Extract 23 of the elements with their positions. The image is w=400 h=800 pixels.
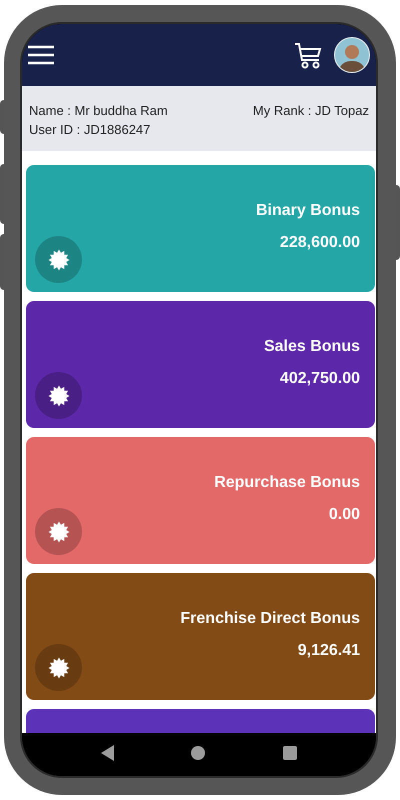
- bonus-title: Frenchise Direct Bonus: [180, 609, 360, 629]
- badge-icon: [35, 372, 82, 419]
- bonus-card[interactable]: Frenchise Direct Bonus 9,126.41: [26, 573, 375, 700]
- badge-icon: [35, 236, 82, 283]
- user-name: Name : Mr buddha Ram: [29, 102, 168, 120]
- avatar-icon[interactable]: [334, 37, 370, 73]
- badge-icon: [35, 508, 82, 555]
- cart-icon[interactable]: [294, 42, 322, 68]
- bonus-amount: 9,126.41: [298, 641, 360, 661]
- bonus-card[interactable]: Sales Bonus 402,750.00: [26, 301, 375, 428]
- user-id: User ID : JD1886247: [29, 121, 152, 139]
- bonus-title: Binary Bonus: [256, 201, 360, 221]
- user-rank: My Rank : JD Topaz: [252, 102, 369, 120]
- bonus-amount: 228,600.00: [280, 233, 360, 253]
- bonus-title: Sales Bonus: [264, 337, 360, 357]
- recents-icon[interactable]: [283, 746, 298, 760]
- badge-icon: [35, 644, 82, 691]
- bonus-amount: 402,750.00: [280, 369, 360, 389]
- back-icon[interactable]: [100, 744, 114, 760]
- bonus-title: Repurchase Bonus: [214, 473, 360, 493]
- bonus-amount: 0.00: [328, 505, 360, 525]
- menu-icon[interactable]: [28, 45, 54, 65]
- home-icon[interactable]: [191, 746, 206, 760]
